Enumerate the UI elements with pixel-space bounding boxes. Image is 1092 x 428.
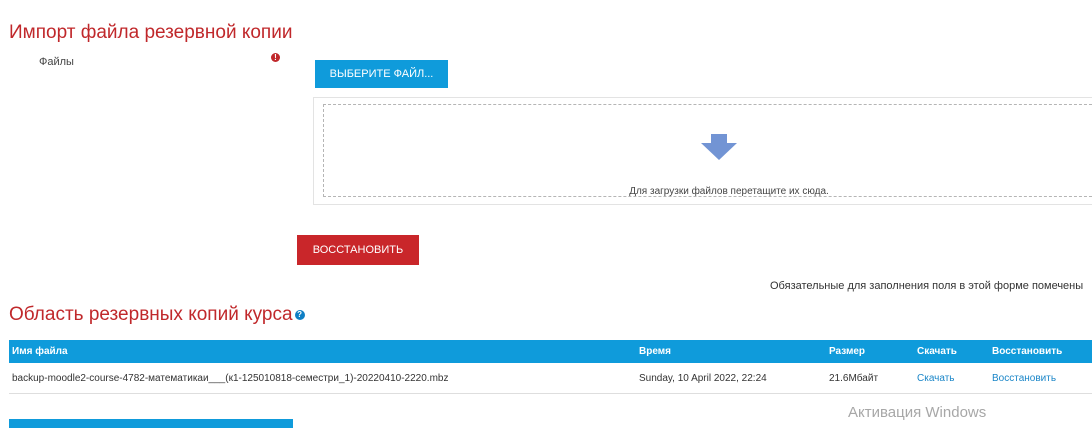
backup-filename: backup-moodle2-course-4782-математикаи__… (9, 363, 639, 394)
down-arrow-icon (701, 134, 737, 160)
required-icon: ! (271, 53, 280, 62)
file-drop-area[interactable]: Для загрузки файлов перетащите их сюда. (313, 97, 1092, 205)
choose-file-button[interactable]: ВЫБЕРИТЕ ФАЙЛ... (315, 60, 448, 88)
backup-time: Sunday, 10 April 2022, 22:24 (639, 363, 829, 394)
restore-button[interactable]: ВОССТАНОВИТЬ (297, 235, 419, 265)
download-link[interactable]: Скачать (917, 373, 955, 384)
file-drop-zone[interactable]: Для загрузки файлов перетащите их сюда. (323, 104, 1092, 197)
table-row: backup-moodle2-course-4782-математикаи__… (9, 363, 1092, 394)
required-fields-note: Обязательные для заполнения поля в этой … (770, 280, 1084, 292)
column-header-time: Время (639, 340, 829, 363)
drop-hint-text: Для загрузки файлов перетащите их сюда. (629, 186, 829, 197)
table-header-row: Имя файла Время Размер Скачать Восстанов… (9, 340, 1092, 363)
backup-size: 21.6Мбайт (829, 363, 917, 394)
column-header-size: Размер (829, 340, 917, 363)
column-header-restore: Восстановить (992, 340, 1092, 363)
windows-activation-watermark: Активация Windows (848, 404, 987, 421)
column-header-filename: Имя файла (9, 340, 639, 363)
backup-files-table: Имя файла Время Размер Скачать Восстанов… (9, 340, 1092, 394)
column-header-download: Скачать (917, 340, 992, 363)
backup-area-heading: Область резервных копий курса? (9, 304, 305, 326)
files-label: Файлы (39, 56, 74, 68)
import-heading: Импорт файла резервной копии (9, 22, 293, 43)
restore-link[interactable]: Восстановить (992, 373, 1056, 384)
help-icon[interactable]: ? (294, 309, 305, 320)
backup-area-title: Область резервных копий курса (9, 304, 293, 325)
partial-button[interactable] (9, 419, 293, 428)
